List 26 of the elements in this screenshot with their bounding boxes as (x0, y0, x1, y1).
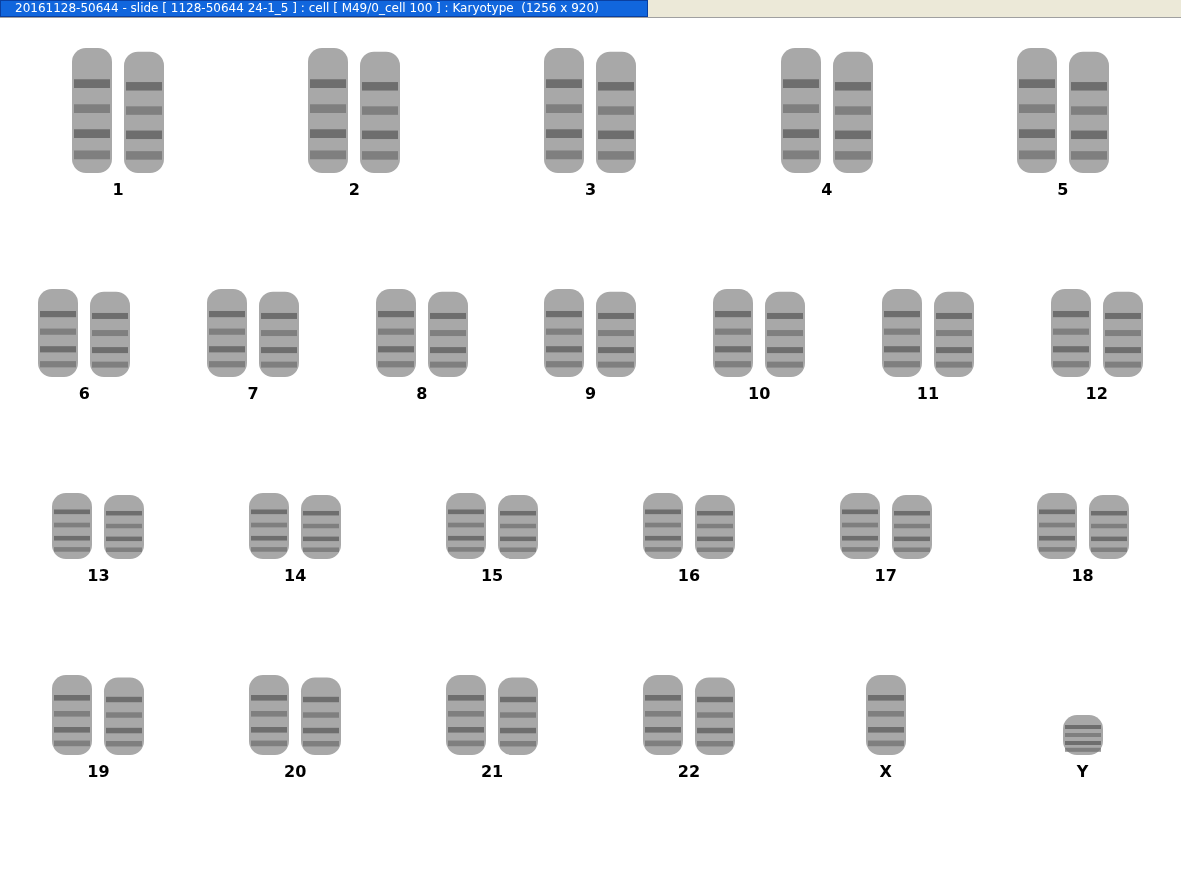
chromosome-label: 7 (247, 385, 259, 403)
window-title: 20161128-50644 - slide [ 1128-50644 24-1_5 ] : cell [ M49/0_cell 100 ] : Karyotype (1256 x 920) (0, 0, 648, 17)
chromosome-label: 17 (874, 567, 897, 585)
chromosome-label: X (879, 763, 892, 781)
chromosome-label: 6 (78, 385, 90, 403)
chromosome-label: 11 (916, 385, 940, 403)
chromosome-label: 14 (284, 567, 307, 585)
chromosome-label: 5 (1057, 181, 1069, 199)
chromosome-label: 8 (416, 385, 428, 403)
chromosome-label: 18 (1071, 567, 1094, 585)
chromosome-label: 22 (677, 763, 701, 781)
chromosome-label: 13 (87, 567, 110, 585)
chromosome-drawing (1060, 715, 1105, 755)
chromosome-label: 20 (284, 763, 307, 781)
chromosome-label: 4 (821, 181, 833, 199)
chromosome-label: Y (1076, 763, 1089, 781)
chromosome-label: 19 (87, 763, 110, 781)
chromosome-label: 15 (480, 567, 504, 585)
chromosome-label: 2 (348, 181, 360, 199)
chromosome-label: 21 (480, 763, 504, 781)
chromosome-label: 3 (584, 181, 597, 199)
chromosome-label: 9 (584, 385, 597, 403)
chromosome-label: 10 (748, 385, 771, 403)
chromosome-label: 12 (1085, 385, 1108, 403)
chromosome-label: 16 (677, 567, 701, 585)
chromosome-label: 1 (112, 181, 124, 199)
